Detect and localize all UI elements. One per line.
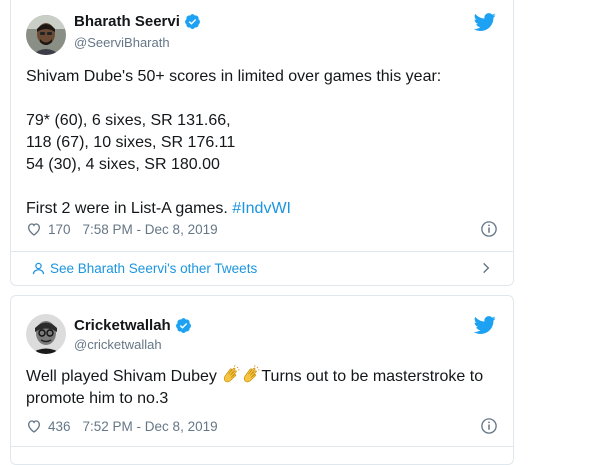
tweet-line: promote him to no.3 — [26, 390, 169, 407]
verified-badge-icon — [184, 14, 200, 29]
tweet-line: First 2 were in List-A games. — [26, 200, 228, 217]
divider — [11, 446, 513, 447]
like-count[interactable]: 436 — [48, 419, 71, 434]
see-other-tweets-label[interactable]: See Bharath Seervi's other Tweets — [50, 261, 257, 276]
tweet-card[interactable]: Cricketwallah @cricketwallah Well played… — [10, 295, 514, 465]
tweet-meta: 170 7:58 PM - Dec 8, 2019 — [26, 219, 498, 239]
see-other-tweets-link[interactable]: See Bharath Seervi's other Tweets — [31, 257, 493, 279]
chevron-right-icon[interactable] — [479, 261, 493, 275]
heart-icon[interactable] — [26, 418, 42, 434]
author-name-text[interactable]: Bharath Seervi — [74, 13, 180, 30]
author-name[interactable]: Cricketwallah — [74, 317, 192, 334]
twitter-bird-icon[interactable] — [474, 11, 496, 33]
info-icon[interactable] — [480, 417, 498, 435]
info-icon[interactable] — [480, 220, 498, 238]
tweet-text: Well played Shivam Dubey Turns out to be… — [26, 365, 493, 410]
clapping-hands-emoji-icon — [244, 365, 260, 383]
divider — [11, 251, 513, 252]
tweet-line: 54 (30), 4 sixes, SR 180.00 — [26, 156, 220, 173]
author-avatar[interactable] — [26, 314, 66, 354]
tweet-timestamp[interactable]: 7:52 PM - Dec 8, 2019 — [83, 419, 218, 434]
tweet-card[interactable]: Bharath Seervi @SeerviBharath Shivam Dub… — [10, 0, 514, 286]
author-avatar[interactable] — [26, 15, 66, 55]
verified-badge-icon — [175, 318, 191, 333]
tweet-line: Turns out to be masterstroke to — [261, 368, 484, 385]
like-count[interactable]: 170 — [48, 222, 71, 237]
tweet-meta: 436 7:52 PM - Dec 8, 2019 — [26, 416, 498, 436]
tweet-line: 118 (67), 10 sixes, SR 176.11 — [26, 134, 236, 151]
tweet-line: 79* (60), 6 sixes, SR 131.66, — [26, 112, 231, 129]
author-name[interactable]: Bharath Seervi — [74, 13, 201, 30]
tweet-line: Well played Shivam Dubey — [26, 368, 217, 385]
tweet-text: Shivam Dube's 50+ scores in limited over… — [26, 66, 493, 220]
twitter-bird-icon[interactable] — [474, 314, 496, 336]
tweet-line: Shivam Dube's 50+ scores in limited over… — [26, 68, 442, 85]
hashtag-link[interactable]: #IndvWI — [232, 200, 291, 217]
author-handle[interactable]: @SeerviBharath — [74, 35, 170, 50]
person-icon — [32, 262, 45, 274]
author-handle[interactable]: @cricketwallah — [74, 337, 162, 352]
heart-icon[interactable] — [26, 221, 42, 237]
author-name-text[interactable]: Cricketwallah — [74, 317, 171, 334]
tweet-timestamp[interactable]: 7:58 PM - Dec 8, 2019 — [83, 222, 218, 237]
clapping-hands-emoji-icon — [224, 365, 240, 383]
